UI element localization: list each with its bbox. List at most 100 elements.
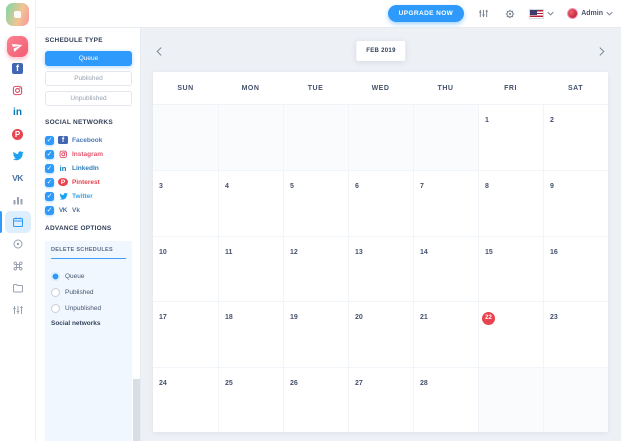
calendar-cell[interactable]: 19 [283, 301, 348, 367]
calendar-cell[interactable]: 17 [153, 301, 218, 367]
calendar-cell[interactable] [478, 366, 543, 432]
radio-label: Unpublished [65, 304, 102, 312]
rail-item-shortcuts[interactable] [0, 255, 36, 277]
social-network-facebook[interactable]: Facebook [45, 133, 132, 147]
calendar-cell[interactable]: 24 [153, 366, 218, 432]
social-network-label: Pinterest [72, 178, 100, 186]
checkbox-checked-icon[interactable] [45, 163, 54, 173]
published-button[interactable]: Published [45, 71, 132, 86]
instagram-icon [12, 85, 23, 95]
calendar-cell[interactable]: 28 [413, 366, 478, 432]
vk-icon [58, 207, 68, 214]
sliders-icon[interactable] [477, 7, 490, 20]
prev-month-button[interactable] [152, 42, 166, 60]
next-month-button[interactable] [594, 42, 608, 60]
calendar-cell[interactable]: 18 [218, 301, 283, 367]
rail-item-filters[interactable] [0, 299, 36, 321]
radio-unpublished[interactable]: Unpublished [51, 300, 126, 316]
rail-item-analytics[interactable] [0, 189, 36, 211]
rail-item-files[interactable] [0, 277, 36, 299]
sidebar-scrollbar-thumb[interactable] [133, 379, 140, 441]
calendar-cell[interactable] [153, 105, 218, 171]
calendar-cell[interactable] [413, 105, 478, 171]
calendar-cell[interactable] [283, 105, 348, 171]
rail-item-calendar[interactable] [0, 211, 36, 233]
rail-item-vk[interactable] [0, 167, 36, 189]
rail-item-publish[interactable] [0, 35, 36, 57]
rail-item-target[interactable] [0, 233, 36, 255]
calendar-cell[interactable]: 23 [543, 301, 608, 367]
calendar-cell[interactable]: 15 [478, 235, 543, 302]
checkbox-checked-icon[interactable] [45, 177, 54, 187]
calendar-cell[interactable]: 4 [218, 170, 283, 236]
radio-published[interactable]: Published [51, 284, 126, 300]
calendar-cell[interactable]: 27 [348, 366, 413, 432]
checkbox-checked-icon[interactable] [45, 205, 54, 215]
calendar-icon [12, 217, 23, 227]
checkbox-checked-icon[interactable] [45, 149, 54, 159]
calendar-cell[interactable]: 25 [218, 366, 283, 432]
calendar-cell[interactable]: 1 [478, 105, 543, 171]
target-icon [13, 239, 22, 249]
day-header: SUN [177, 84, 194, 92]
folder-icon [12, 284, 23, 293]
twitter-icon [12, 151, 24, 161]
calendar-cell[interactable]: 16 [543, 235, 608, 302]
calendar-cell[interactable]: 6 [348, 170, 413, 236]
rail-item-pinterest[interactable] [0, 123, 36, 145]
calendar-cell[interactable]: 5 [283, 170, 348, 236]
calendar-cell[interactable]: 10 [153, 235, 218, 302]
social-networks-title: SOCIAL NETWORKS [45, 119, 113, 126]
date-label: 4 [225, 183, 229, 191]
rail-item-linkedin[interactable] [0, 101, 36, 123]
date-label: 11 [225, 248, 233, 256]
calendar-cell[interactable]: 3 [153, 170, 218, 236]
calendar-cell[interactable]: 11 [218, 235, 283, 302]
checkbox-checked-icon[interactable] [45, 191, 54, 201]
rail-item-twitter[interactable] [0, 145, 36, 167]
radio-queue[interactable]: Queue [51, 268, 126, 284]
app-logo-icon[interactable] [6, 3, 29, 26]
vk-icon [12, 173, 23, 183]
upgrade-now-button[interactable]: UPGRADE NOW [387, 5, 465, 22]
social-network-instagram[interactable]: Instagram [45, 147, 132, 161]
facebook-icon [58, 136, 68, 144]
radio-unselected-icon[interactable] [51, 303, 60, 313]
radio-selected-icon[interactable] [51, 271, 60, 281]
rail-item-facebook[interactable] [0, 57, 36, 79]
date-label: 8 [485, 183, 489, 191]
schedule-type-title: SCHEDULE TYPE [45, 37, 103, 44]
queue-button[interactable]: Queue [45, 51, 132, 66]
calendar-cell[interactable]: 14 [413, 235, 478, 302]
social-network-vk[interactable]: Vk [45, 203, 132, 217]
calendar-cell[interactable]: 13 [348, 235, 413, 302]
social-network-linkedin[interactable]: LinkedIn [45, 161, 132, 175]
radio-unselected-icon[interactable] [51, 287, 60, 297]
calendar-cell[interactable] [543, 366, 608, 432]
calendar-cell-today[interactable]: 22 [478, 301, 543, 367]
date-label: 3 [159, 183, 163, 191]
day-header: FRI [504, 84, 517, 92]
calendar-cell[interactable]: 7 [413, 170, 478, 236]
gear-icon[interactable] [503, 7, 516, 20]
calendar-cell[interactable]: 12 [283, 235, 348, 302]
user-menu[interactable]: Admin [567, 8, 613, 19]
calendar-cell[interactable]: 2 [543, 105, 608, 171]
language-selector[interactable] [529, 8, 554, 19]
social-network-twitter[interactable]: Twitter [45, 189, 132, 203]
calendar-cell[interactable]: 9 [543, 170, 608, 236]
calendar-main: FEB 2019 SUN MON TUE WED THU FRI SAT 1 2… [141, 28, 621, 441]
calendar-cell[interactable]: 20 [348, 301, 413, 367]
social-network-pinterest[interactable]: Pinterest [45, 175, 132, 189]
chevron-right-icon [599, 46, 605, 56]
calendar-cell[interactable]: 8 [478, 170, 543, 236]
calendar-cell[interactable] [218, 105, 283, 171]
calendar-cell[interactable]: 26 [283, 366, 348, 432]
rail-item-instagram[interactable] [0, 79, 36, 101]
social-network-label: Twitter [72, 192, 93, 200]
pinterest-icon [58, 177, 68, 187]
unpublished-button[interactable]: Unpublished [45, 91, 132, 106]
calendar-cell[interactable]: 21 [413, 301, 478, 367]
calendar-cell[interactable] [348, 105, 413, 171]
checkbox-checked-icon[interactable] [45, 135, 54, 145]
